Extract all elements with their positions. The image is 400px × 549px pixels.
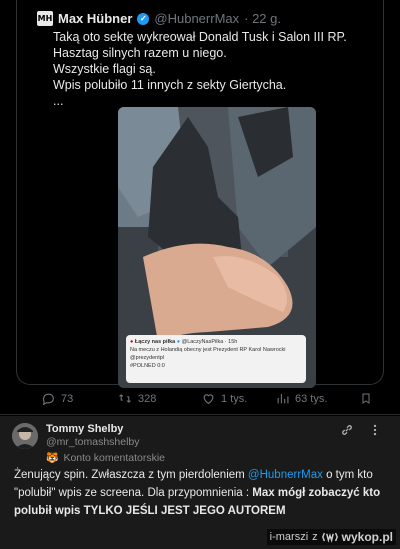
tweet-actions: 73 328 1 tys. 63 tys. bbox=[42, 392, 382, 410]
heart-icon bbox=[203, 394, 214, 405]
wykop-logo-icon bbox=[321, 532, 338, 543]
quoted-line: Wszystkie flagi są. bbox=[53, 62, 156, 76]
photo-embedded-tweet: ● Łączy nas piłka ● @LaczyNasPilka · 15h… bbox=[130, 338, 306, 370]
reply-icon bbox=[42, 393, 54, 405]
avatar-image bbox=[12, 423, 38, 449]
avatar[interactable] bbox=[12, 423, 38, 449]
watermark: i-marszi z wykop.pl bbox=[266, 529, 396, 545]
reply-count: 73 bbox=[61, 392, 74, 405]
repost-count: 328 bbox=[138, 392, 157, 405]
views-icon bbox=[277, 394, 289, 404]
author-avatar[interactable]: MH bbox=[37, 11, 53, 26]
comment-text: Żenujący spin. Zwłaszcza z tym pierdolen… bbox=[14, 466, 390, 520]
comment-author-handle[interactable]: @mr_tomashshelby bbox=[46, 436, 140, 448]
quoted-author-handle[interactable]: @HubnerrMax bbox=[154, 11, 239, 26]
watermark-z: z bbox=[312, 531, 318, 543]
link-icon[interactable] bbox=[340, 423, 354, 437]
account-type-label: Konto komentatorskie bbox=[63, 452, 166, 464]
commentator-icon: 🐯 bbox=[46, 452, 59, 464]
comment-text-part: Żenujący spin. Zwłaszcza z tym pierdolen… bbox=[14, 469, 248, 481]
repost-icon bbox=[119, 394, 131, 403]
quoted-line: Hasztag silnych razem u niego. bbox=[53, 46, 227, 60]
quoted-tweet-text: Taką oto sektę wykreował Donald Tusk i S… bbox=[53, 29, 373, 109]
repost-button[interactable]: 328 bbox=[118, 392, 156, 405]
bookmark-icon bbox=[362, 393, 370, 404]
more-options-icon[interactable] bbox=[368, 423, 382, 437]
mention-link[interactable]: @HubnerrMax bbox=[248, 469, 323, 481]
quoted-line: Wpis polubiło 11 innych z sekty Giertych… bbox=[53, 78, 287, 92]
quoted-time[interactable]: · 22 g. bbox=[244, 11, 281, 26]
views-count: 63 tys. bbox=[295, 392, 328, 405]
embedded-handle: @LaczyNasPilka · 15h bbox=[181, 339, 238, 345]
quoted-author-name[interactable]: Max Hübner bbox=[58, 11, 132, 26]
like-button[interactable]: 1 tys. bbox=[202, 392, 247, 405]
comment-controls bbox=[340, 423, 382, 437]
watermark-user: i-marszi bbox=[269, 531, 309, 543]
quoted-tweet-header: MH Max Hübner ✓ @HubnerrMax · 22 g. bbox=[37, 11, 281, 26]
tweet-photo[interactable]: ● Łączy nas piłka ● @LaczyNasPilka · 15h… bbox=[118, 107, 316, 388]
quoted-line: Taką oto sektę wykreował Donald Tusk i S… bbox=[53, 30, 347, 44]
reply-button[interactable]: 73 bbox=[42, 392, 73, 405]
comment-author-name[interactable]: Tommy Shelby bbox=[46, 423, 123, 435]
embedded-author: Łączy nas piłka bbox=[134, 339, 176, 345]
like-count: 1 tys. bbox=[221, 392, 248, 405]
section-divider bbox=[0, 414, 400, 415]
embedded-text: Na meczu z Holandią obecny jest Prezyden… bbox=[130, 347, 286, 361]
views-button[interactable]: 63 tys. bbox=[276, 392, 327, 405]
embedded-tag: #POLNED 0:0 bbox=[130, 363, 165, 369]
account-type: 🐯 Konto komentatorskie bbox=[46, 452, 165, 464]
watermark-brand: wykop.pl bbox=[341, 530, 393, 544]
verified-badge-icon: ✓ bbox=[137, 12, 150, 25]
bookmark-button[interactable] bbox=[360, 392, 372, 405]
